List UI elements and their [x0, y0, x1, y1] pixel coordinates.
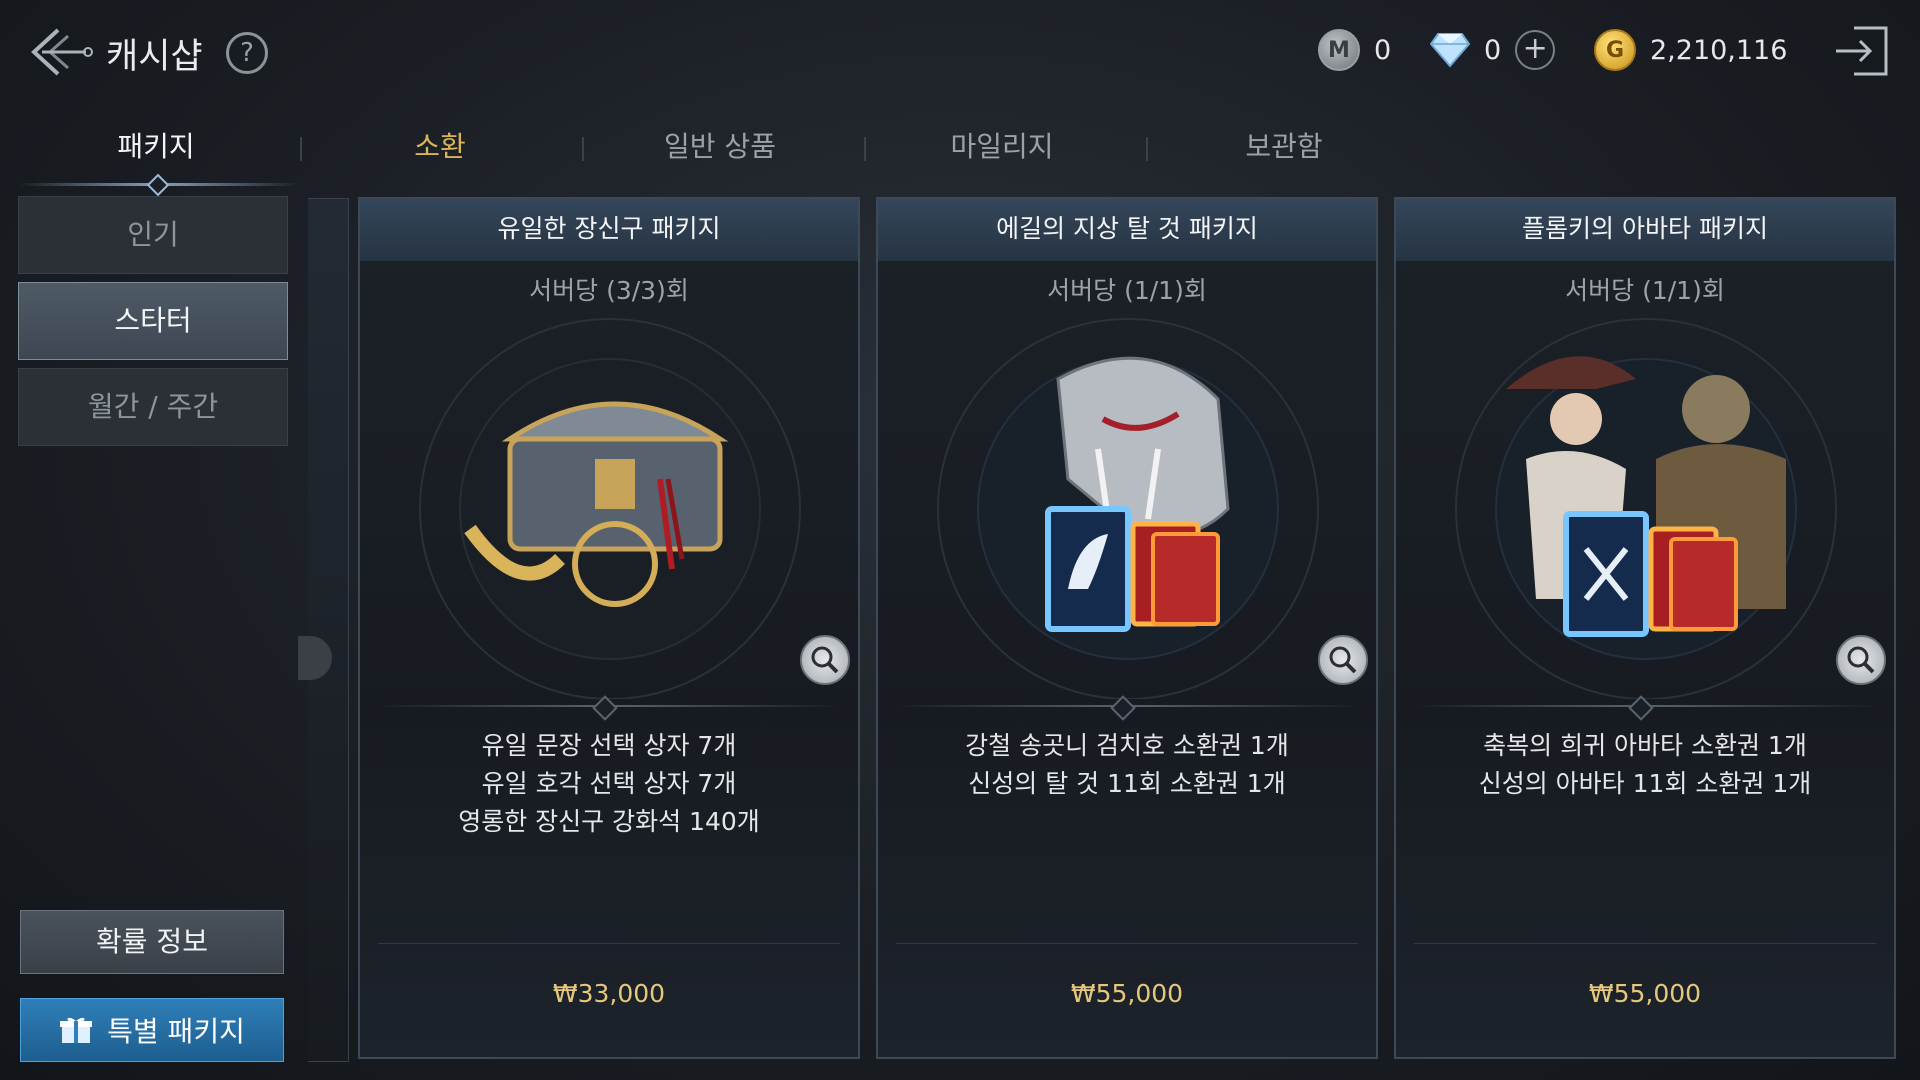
divider-ornament — [1110, 695, 1136, 721]
divider-ornament — [592, 695, 618, 721]
content-item: 강철 송곳니 검치호 소환권 1개 — [965, 731, 1289, 760]
card-contents: 강철 송곳니 검치호 소환권 1개 신성의 탈 것 11회 소환권 1개 — [878, 727, 1376, 803]
tab-mileage[interactable]: 마일리지 — [882, 125, 1122, 165]
package-card[interactable]: 플롬키의 아바타 패키지 서버당 (1/1)회 축복의 희귀 아바타 소환권 1… — [1394, 197, 1896, 1059]
sidebar-item-monthly-weekly[interactable]: 월간 / 주간 — [18, 368, 288, 446]
main-tabs: 패키지 소환 일반 상품 마일리지 보관함 — [0, 125, 1330, 175]
card-title: 에길의 지상 탈 것 패키지 — [878, 199, 1376, 261]
sidebar-item-popular[interactable]: 인기 — [18, 196, 288, 274]
magnifier-icon[interactable] — [800, 635, 850, 685]
exit-icon[interactable] — [1832, 22, 1892, 80]
mount-summon-icon — [937, 318, 1319, 699]
add-diamond-button[interactable]: + — [1515, 30, 1556, 70]
gold-currency: G 2,210,116 — [1594, 28, 1787, 72]
card-contents: 유일 문장 선택 상자 7개 유일 호각 선택 상자 7개 영롱한 장신구 강화… — [360, 727, 858, 841]
special-package-label: 특별 패키지 — [107, 1015, 245, 1048]
probability-info-button[interactable]: 확률 정보 — [20, 910, 284, 974]
card-divider — [1414, 943, 1876, 944]
sidebar: 인기 스타터 월간 / 주간 확률 정보 특별 패키지 — [18, 196, 288, 1062]
content-item: 신성의 탈 것 11회 소환권 1개 — [968, 769, 1286, 798]
tab-separator — [1146, 137, 1148, 161]
content-item: 영롱한 장신구 강화석 140개 — [458, 807, 760, 836]
divider-ornament — [1628, 695, 1654, 721]
mileage-currency: M 0 — [1318, 28, 1391, 72]
tab-separator — [864, 137, 866, 161]
card-title: 유일한 장신구 패키지 — [360, 199, 858, 261]
tab-separator — [300, 137, 302, 161]
diamond-icon — [1430, 33, 1470, 68]
avatar-summon-icon — [1455, 318, 1837, 699]
package-card[interactable]: 에길의 지상 탈 것 패키지 서버당 (1/1)회 강철 송곳니 검치호 소환권… — [876, 197, 1378, 1059]
active-tab-marker — [146, 173, 170, 197]
tab-general-items[interactable]: 일반 상품 — [600, 125, 840, 165]
gold-value: 2,210,116 — [1650, 34, 1788, 66]
magnifier-icon[interactable] — [1318, 635, 1368, 685]
tab-separator — [582, 137, 584, 161]
diamond-value: 0 — [1484, 34, 1502, 66]
content-item: 축복의 희귀 아바타 소환권 1개 — [1483, 731, 1807, 760]
price-label: ₩55,000 — [1588, 979, 1702, 1008]
page-title: 캐시샵 — [106, 37, 203, 77]
tab-package[interactable]: 패키지 — [36, 125, 276, 165]
back-arrow-icon[interactable] — [28, 22, 96, 82]
purchase-limit: 서버당 (1/1)회 — [1565, 276, 1725, 305]
gold-coin-icon: G — [1594, 29, 1636, 71]
magnifier-icon[interactable] — [1836, 635, 1886, 685]
content-item: 유일 문장 선택 상자 7개 — [481, 731, 737, 760]
diamond-currency: 0 + — [1430, 28, 1556, 72]
sidebar-item-starter[interactable]: 스타터 — [18, 282, 288, 360]
price-label: ₩55,000 — [1070, 979, 1184, 1008]
special-package-button[interactable]: 특별 패키지 — [20, 998, 284, 1062]
package-card[interactable]: 유일한 장신구 패키지 서버당 (3/3)회 유일 문장 선택 상자 7개 유일… — [358, 197, 860, 1059]
card-divider — [378, 943, 840, 944]
content-item: 신성의 아바타 11회 소환권 1개 — [1478, 769, 1812, 798]
card-divider — [896, 943, 1358, 944]
treasure-chest-icon — [419, 318, 801, 699]
m-coin-icon: M — [1318, 29, 1360, 71]
content-item: 유일 호각 선택 상자 7개 — [481, 769, 737, 798]
tab-summon[interactable]: 소환 — [320, 125, 560, 165]
card-contents: 축복의 희귀 아바타 소환권 1개 신성의 아바타 11회 소환권 1개 — [1396, 727, 1894, 803]
purchase-limit: 서버당 (1/1)회 — [1047, 276, 1207, 305]
help-icon[interactable]: ? — [226, 32, 268, 74]
top-bar: 캐시샵 ? M 0 0 + G 2,210,116 — [0, 0, 1920, 100]
previous-card-edge[interactable] — [308, 198, 349, 1062]
gift-icon — [60, 1017, 93, 1043]
purchase-limit: 서버당 (3/3)회 — [529, 276, 689, 305]
mileage-value: 0 — [1374, 34, 1392, 66]
card-title: 플롬키의 아바타 패키지 — [1396, 199, 1894, 261]
tab-storage[interactable]: 보관함 — [1164, 125, 1404, 165]
price-label: ₩33,000 — [552, 979, 666, 1008]
